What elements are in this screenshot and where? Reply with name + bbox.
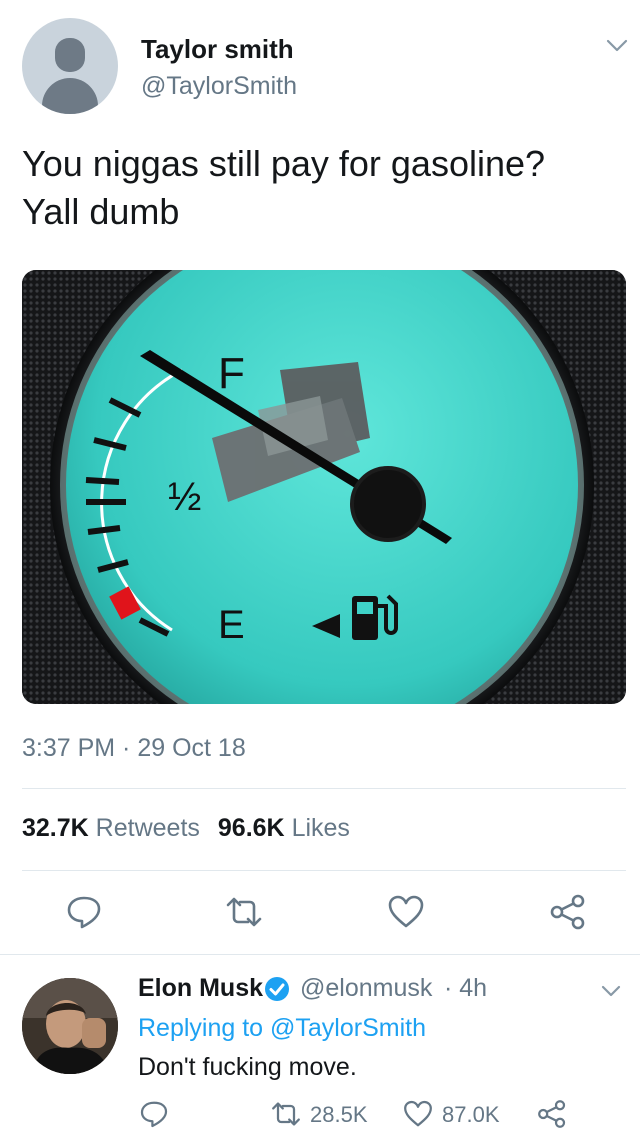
retweet-icon[interactable] xyxy=(224,892,264,932)
tweet-media-image[interactable]: F ½ E xyxy=(22,270,626,704)
tweet-text: You niggas still pay for gasoline? Yall … xyxy=(22,140,618,236)
reply-tweet[interactable]: Elon Musk @elonmusk · 4h Replying to @Ta… xyxy=(0,960,640,1140)
avatar[interactable] xyxy=(22,18,118,114)
reply-likes-count: 87.0K xyxy=(442,1102,500,1127)
verified-badge-icon xyxy=(265,977,289,1001)
share-icon[interactable] xyxy=(548,892,588,932)
tweet-stats: 32.7K Retweets 96.6K Likes xyxy=(22,814,350,843)
divider xyxy=(0,954,640,955)
tweet-text-line: Yall dumb xyxy=(22,191,180,232)
reply-icon[interactable] xyxy=(138,1098,170,1130)
like-icon[interactable] xyxy=(402,1098,434,1130)
like-icon[interactable] xyxy=(386,892,426,932)
divider xyxy=(22,870,626,871)
replying-to[interactable]: Replying to @TaylorSmith xyxy=(138,1014,426,1043)
author-name[interactable]: Taylor smith xyxy=(141,34,294,65)
likes-stat[interactable]: 96.6K Likes xyxy=(218,814,350,842)
fuel-gauge-image: F ½ E xyxy=(22,270,626,704)
caret-down-icon[interactable] xyxy=(602,30,632,60)
retweets-label: Retweets xyxy=(95,814,200,842)
reply-text: Don't fucking move. xyxy=(138,1053,357,1081)
share-icon[interactable] xyxy=(536,1098,568,1130)
retweet-icon[interactable] xyxy=(270,1098,302,1130)
retweets-stat[interactable]: 32.7K Retweets xyxy=(22,814,200,842)
reply-time[interactable]: · 4h xyxy=(444,974,487,1003)
likes-label: Likes xyxy=(291,814,350,842)
likes-count: 96.6K xyxy=(217,814,285,842)
reply-author-name[interactable]: Elon Musk xyxy=(138,974,263,1003)
tweet-text-line: You niggas still pay for gasoline? xyxy=(22,143,546,184)
caret-down-icon[interactable] xyxy=(598,978,624,1004)
reply-icon[interactable] xyxy=(64,892,104,932)
divider xyxy=(22,788,626,789)
main-tweet: Taylor smith @TaylorSmith You niggas sti… xyxy=(0,0,640,955)
tweet-timestamp[interactable]: 3:37 PM · 29 Oct 18 xyxy=(22,734,246,763)
reply-retweets-count: 28.5K xyxy=(310,1102,368,1127)
gauge-half-label: ½ xyxy=(168,475,201,519)
gauge-full-label: F xyxy=(218,349,245,398)
reply-author-handle[interactable]: @elonmusk xyxy=(300,974,432,1003)
reply-avatar[interactable] xyxy=(22,978,118,1074)
gauge-empty-label: E xyxy=(218,603,245,647)
retweets-count: 32.7K xyxy=(22,814,89,842)
author-handle[interactable]: @TaylorSmith xyxy=(141,72,297,101)
